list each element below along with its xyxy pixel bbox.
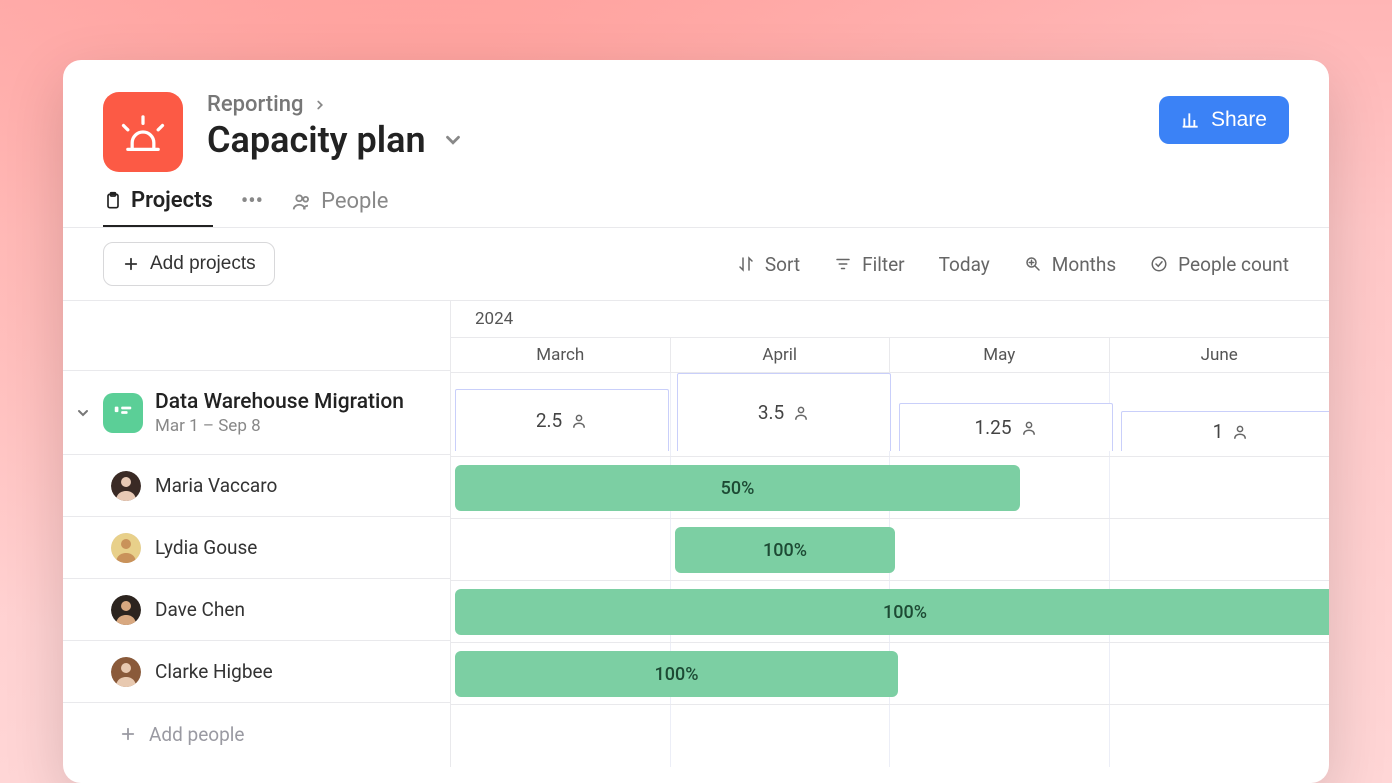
share-label: Share [1211, 108, 1267, 132]
allocation-bar[interactable]: 100% [675, 527, 895, 573]
allocation-bar[interactable]: 100% [455, 589, 1329, 635]
timeline-year: 2024 [451, 301, 1329, 337]
person-icon [1231, 423, 1249, 441]
header: Reporting Capacity plan Share [63, 60, 1329, 180]
chevron-down-icon[interactable] [75, 405, 91, 421]
chevron-right-icon [313, 98, 327, 112]
summary-april[interactable]: 3.5 [677, 373, 891, 451]
timeline-header: 2024 MarchAprilMayJune [451, 301, 1329, 373]
project-icon [103, 393, 143, 433]
sort-icon [737, 255, 755, 273]
summary-value: 2.5 [536, 409, 562, 432]
month-header: June [1110, 338, 1330, 372]
chevron-down-icon[interactable] [442, 129, 464, 151]
app-card: Reporting Capacity plan Share [63, 60, 1329, 783]
tab-people[interactable]: People [291, 189, 388, 226]
summary-value: 1.25 [974, 416, 1011, 439]
avatar [111, 657, 141, 687]
page-title: Capacity plan [207, 119, 426, 161]
people-count-label: People count [1178, 253, 1289, 276]
avatar [111, 595, 141, 625]
left-header-spacer [63, 301, 450, 371]
plus-icon [119, 725, 137, 743]
today-button[interactable]: Today [939, 253, 990, 276]
avatar [111, 533, 141, 563]
summary-may[interactable]: 1.25 [899, 403, 1113, 451]
people-count-button[interactable]: People count [1150, 253, 1289, 276]
people-icon [291, 191, 313, 213]
months-button[interactable]: Months [1024, 253, 1116, 276]
person-name: Lydia Gouse [155, 536, 257, 559]
person-timeline-row: 100% [451, 581, 1329, 643]
filter-label: Filter [862, 253, 904, 276]
person-timeline-row: 50% [451, 457, 1329, 519]
project-name: Data Warehouse Migration [155, 390, 404, 414]
summary-june[interactable]: 1 [1121, 411, 1329, 451]
capacity-grid: Data Warehouse Migration Mar 1 – Sep 8 M… [63, 301, 1329, 767]
add-projects-button[interactable]: Add projects [103, 242, 275, 286]
today-label: Today [939, 253, 990, 276]
person-row[interactable]: Dave Chen [63, 579, 450, 641]
person-icon [1020, 419, 1038, 437]
allocation-bar[interactable]: 100% [455, 651, 898, 697]
avatar [111, 471, 141, 501]
tab-projects-label: Projects [131, 188, 213, 213]
project-row[interactable]: Data Warehouse Migration Mar 1 – Sep 8 [63, 371, 450, 455]
person-row[interactable]: Clarke Higbee [63, 641, 450, 703]
person-name: Clarke Higbee [155, 660, 273, 683]
month-header: March [451, 338, 671, 372]
summary-march[interactable]: 2.5 [455, 389, 669, 451]
tab-people-label: People [321, 189, 388, 214]
tabs: Projects ••• People [63, 180, 1329, 227]
sort-label: Sort [765, 253, 800, 276]
person-icon [792, 404, 810, 422]
add-people-label: Add people [149, 723, 244, 746]
project-summary-row: 2.5 3.5 1.25 1 [451, 373, 1329, 457]
allocation-bar[interactable]: 50% [455, 465, 1020, 511]
filter-icon [834, 255, 852, 273]
share-button[interactable]: Share [1159, 96, 1289, 144]
person-timeline-row: 100% [451, 519, 1329, 581]
sort-button[interactable]: Sort [737, 253, 800, 276]
person-icon [570, 412, 588, 430]
tab-more-icon[interactable]: ••• [241, 189, 263, 226]
add-people-button[interactable]: Add people [63, 703, 450, 765]
toolbar: Add projects Sort Filter Today Months Pe… [63, 228, 1329, 300]
person-name: Dave Chen [155, 598, 245, 621]
person-row[interactable]: Maria Vaccaro [63, 455, 450, 517]
months-label: Months [1052, 253, 1116, 276]
summary-value: 3.5 [758, 401, 784, 424]
breadcrumb-parent[interactable]: Reporting [207, 92, 303, 117]
month-header: May [890, 338, 1110, 372]
tab-projects[interactable]: Projects [103, 188, 213, 227]
project-dates: Mar 1 – Sep 8 [155, 416, 404, 436]
breadcrumb[interactable]: Reporting [207, 92, 464, 117]
add-people-timeline-spacer [451, 705, 1329, 767]
check-circle-icon [1150, 255, 1168, 273]
summary-value: 1 [1213, 420, 1224, 443]
person-row[interactable]: Lydia Gouse [63, 517, 450, 579]
person-timeline-row: 100% [451, 643, 1329, 705]
filter-button[interactable]: Filter [834, 253, 904, 276]
clipboard-icon [103, 191, 123, 211]
month-header: April [671, 338, 891, 372]
app-icon [103, 92, 183, 172]
add-projects-label: Add projects [150, 253, 256, 275]
zoom-icon [1024, 255, 1042, 273]
share-chart-icon [1181, 110, 1201, 130]
person-name: Maria Vaccaro [155, 474, 277, 497]
plus-icon [122, 255, 140, 273]
